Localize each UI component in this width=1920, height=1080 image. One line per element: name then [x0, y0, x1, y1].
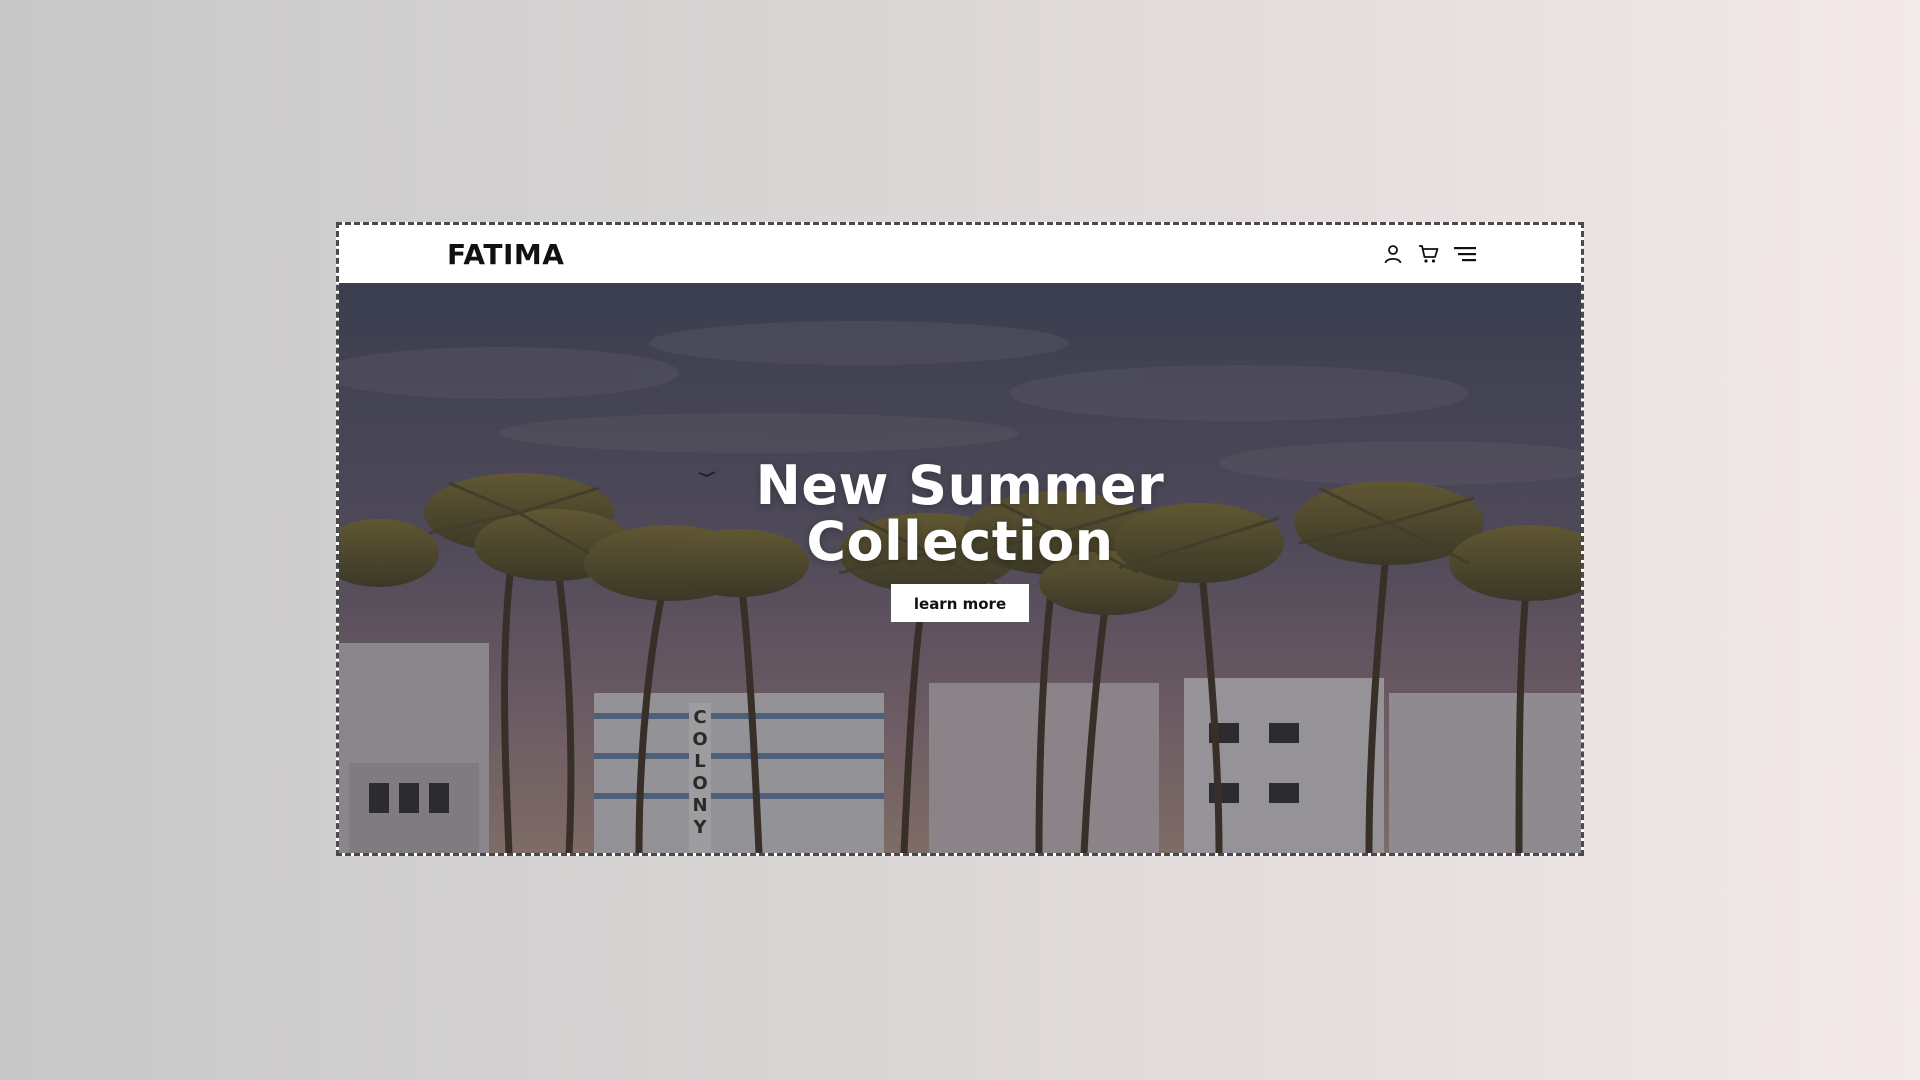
site-frame: FATIMA C O L O N Y New Summer Collection…: [336, 222, 1584, 856]
learn-more-button[interactable]: learn more: [891, 584, 1029, 622]
menu-icon[interactable]: [1453, 242, 1477, 266]
top-navbar: FATIMA: [339, 225, 1581, 283]
nav-icon-group: [1381, 242, 1477, 266]
hero-title: New Summer Collection: [339, 458, 1581, 570]
hero-title-line-1: New Summer: [755, 454, 1165, 517]
user-icon[interactable]: [1381, 242, 1405, 266]
brand-logo[interactable]: FATIMA: [447, 238, 564, 271]
cart-icon[interactable]: [1417, 242, 1441, 266]
hero-content: New Summer Collection learn more: [339, 458, 1581, 622]
hero-banner: C O L O N Y New Summer Collection learn …: [339, 283, 1581, 853]
hero-title-line-2: Collection: [806, 510, 1114, 573]
